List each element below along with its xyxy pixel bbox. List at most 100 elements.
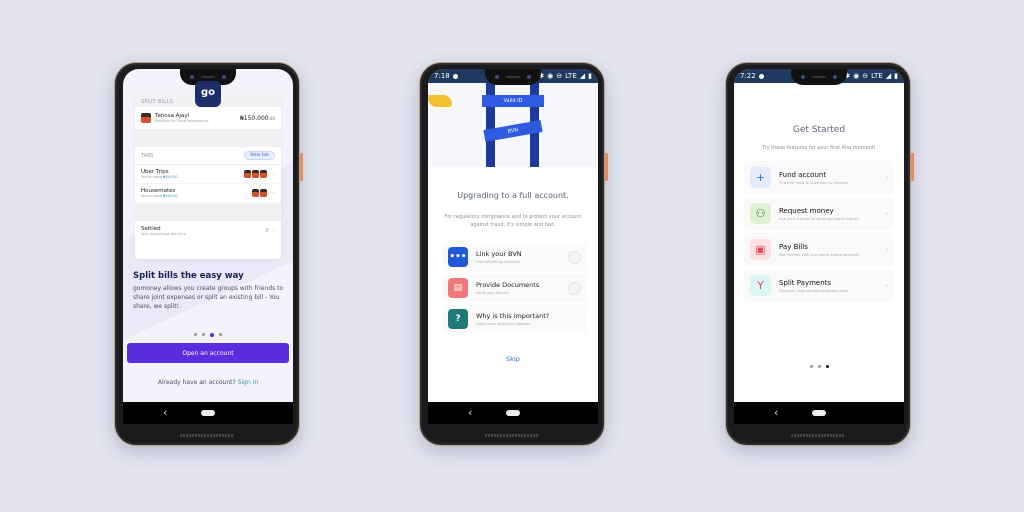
step-sub: Find everything gomoney — [476, 260, 521, 264]
skip-button[interactable]: Skip — [428, 355, 598, 363]
page-indicator — [123, 332, 293, 337]
step-link-bvn[interactable]: ••• Link your BVN Find everything gomone… — [442, 243, 587, 271]
tabs-header: TABS New tab — [135, 147, 281, 165]
step-sub: Learn more about this upgrade — [476, 322, 531, 326]
bill-row: Tahosa Ajayi Request for: Bose headphone… — [135, 107, 281, 129]
phone-get-started: 7:22 ✱ ◉ ⊖ LTE ◢ ▮ Get Started Try these feat… — [725, 62, 914, 446]
avatar-group — [243, 170, 267, 178]
camera-notch — [485, 69, 541, 85]
status-time: 7:18 — [434, 72, 450, 80]
people-icon: ⚇ — [750, 203, 771, 224]
home-button[interactable] — [201, 410, 215, 416]
network-type: LTE — [565, 72, 577, 80]
page-indicator — [734, 365, 904, 368]
page-dot-active[interactable] — [210, 332, 214, 337]
id-card-icon: ••• — [448, 247, 468, 267]
chevron-right-icon: › — [885, 281, 888, 290]
get-started-description: Try these features for your first Aha mo… — [762, 145, 876, 151]
settled-count: 8 — [265, 227, 269, 234]
page-dot[interactable] — [809, 365, 813, 368]
bill-amount: ₦150,000.00 — [239, 114, 275, 122]
feature-request-money[interactable]: ⚇ Request money Ask your friends to send… — [744, 197, 894, 230]
feature-sub: The first step to spending is funding — [779, 179, 848, 185]
back-icon[interactable]: ‹ — [468, 406, 472, 419]
feature-title: Pay Bills — [779, 242, 808, 251]
page-dot[interactable] — [194, 333, 197, 336]
verification-illustration: Valid ID BVN — [428, 83, 598, 167]
phone-upgrade-account: 7:18 ✱ ◉ ⊖ LTE ◢ ▮ Valid ID BVN Upgrading to … — [419, 62, 608, 446]
vibrate-icon: ◉ — [853, 72, 860, 80]
tabs-label: TABS — [141, 152, 154, 159]
network-type: LTE — [871, 72, 883, 80]
feature-fund-account[interactable]: + Fund account The first step to spendin… — [744, 161, 894, 194]
power-button — [605, 153, 608, 181]
avatar-group — [251, 189, 267, 197]
avatar — [141, 113, 151, 123]
home-button[interactable] — [506, 410, 520, 416]
signal-icon: ◢ — [579, 72, 586, 80]
get-started-title: Get Started — [792, 125, 846, 135]
speaker-grille — [485, 434, 539, 437]
feature-title: Fund account — [779, 170, 827, 179]
android-nav-bar: ‹ — [734, 402, 904, 424]
chevron-right-icon: › — [885, 173, 888, 182]
power-button — [911, 153, 914, 181]
page-dot-active[interactable] — [825, 365, 829, 368]
step-title: Why is this important? — [476, 312, 550, 320]
open-account-button[interactable]: Open an account — [127, 343, 289, 363]
onboarding-title: Split bills the easy way — [133, 271, 244, 281]
page-dot[interactable] — [219, 333, 222, 336]
upgrade-title: Upgrading to a full account. — [457, 191, 569, 200]
chevron-right-icon: › — [885, 245, 888, 254]
settled-row: Settled Your closed tabs live here. 8 › — [135, 221, 281, 240]
tab-row-uber-trips: Uber Trips You're owed ₦300.00 › — [135, 165, 281, 184]
feature-title: Split Payments — [779, 278, 832, 287]
notification-icon — [452, 73, 458, 79]
step-title: Provide Documents — [476, 281, 540, 289]
tab-sub: You're owed ₦300.00 — [141, 194, 178, 198]
plus-icon: + — [750, 167, 771, 188]
status-time: 7:22 — [740, 72, 756, 80]
page-dot[interactable] — [202, 333, 205, 336]
chevron-right-icon: › — [272, 227, 275, 234]
feature-sub: Get started with our value added service… — [779, 251, 859, 257]
step-radio[interactable] — [568, 250, 581, 264]
question-icon: ? — [448, 309, 468, 329]
step-why-important[interactable]: ? Why is this important? Learn more abou… — [442, 305, 587, 333]
home-button[interactable] — [812, 410, 826, 416]
dnd-icon: ⊖ — [556, 72, 563, 80]
android-nav-bar: ‹ — [123, 402, 293, 424]
speaker-grille — [180, 434, 234, 437]
step-title: Link your BVN — [476, 250, 522, 258]
split-icon: Y — [750, 275, 771, 296]
back-icon[interactable]: ‹ — [163, 406, 167, 419]
chevron-right-icon: › — [272, 189, 275, 197]
step-provide-documents[interactable]: ▤ Provide Documents Verify your identity — [442, 274, 587, 302]
page-dot[interactable] — [817, 365, 821, 368]
screen: 7:18 ✱ ◉ ⊖ LTE ◢ ▮ Valid ID BVN Upgrading to … — [428, 69, 598, 402]
feature-pay-bills[interactable]: ▣ Pay Bills Get started with our value a… — [744, 233, 894, 266]
tab-sub: You're owed ₦300.00 — [141, 175, 178, 179]
battery-icon: ▮ — [588, 72, 592, 80]
gomoney-logo: go — [195, 81, 221, 107]
power-button — [300, 153, 303, 181]
bill-sub: Request for: Bose headphones — [155, 119, 209, 123]
speaker-grille — [791, 434, 845, 437]
android-nav-bar: ‹ — [428, 402, 598, 424]
screen: 7:22 ✱ ◉ ⊖ LTE ◢ ▮ Get Started Try these feat… — [734, 69, 904, 402]
sign-in-link[interactable]: Sign in — [238, 379, 258, 386]
camera-notch — [791, 69, 847, 85]
feature-sub: Ask your friends to send you some money — [779, 215, 860, 221]
new-tab-button: New tab — [244, 151, 275, 160]
feature-split-payments[interactable]: Y Split Payments Discover how shared exp… — [744, 269, 894, 302]
valid-id-band: Valid ID — [482, 95, 544, 107]
feature-sub: Discover how shared expenses work — [779, 287, 849, 293]
signin-prefix: Already have an account? — [157, 379, 236, 386]
signin-prompt: Already have an account? Sign in — [123, 379, 293, 386]
bill-icon: ▣ — [750, 239, 771, 260]
document-icon: ▤ — [448, 278, 468, 298]
bird-illustration — [428, 95, 452, 107]
step-radio[interactable] — [568, 281, 581, 295]
settled-sub: Your closed tabs live here. — [141, 231, 187, 236]
back-icon[interactable]: ‹ — [774, 406, 778, 419]
